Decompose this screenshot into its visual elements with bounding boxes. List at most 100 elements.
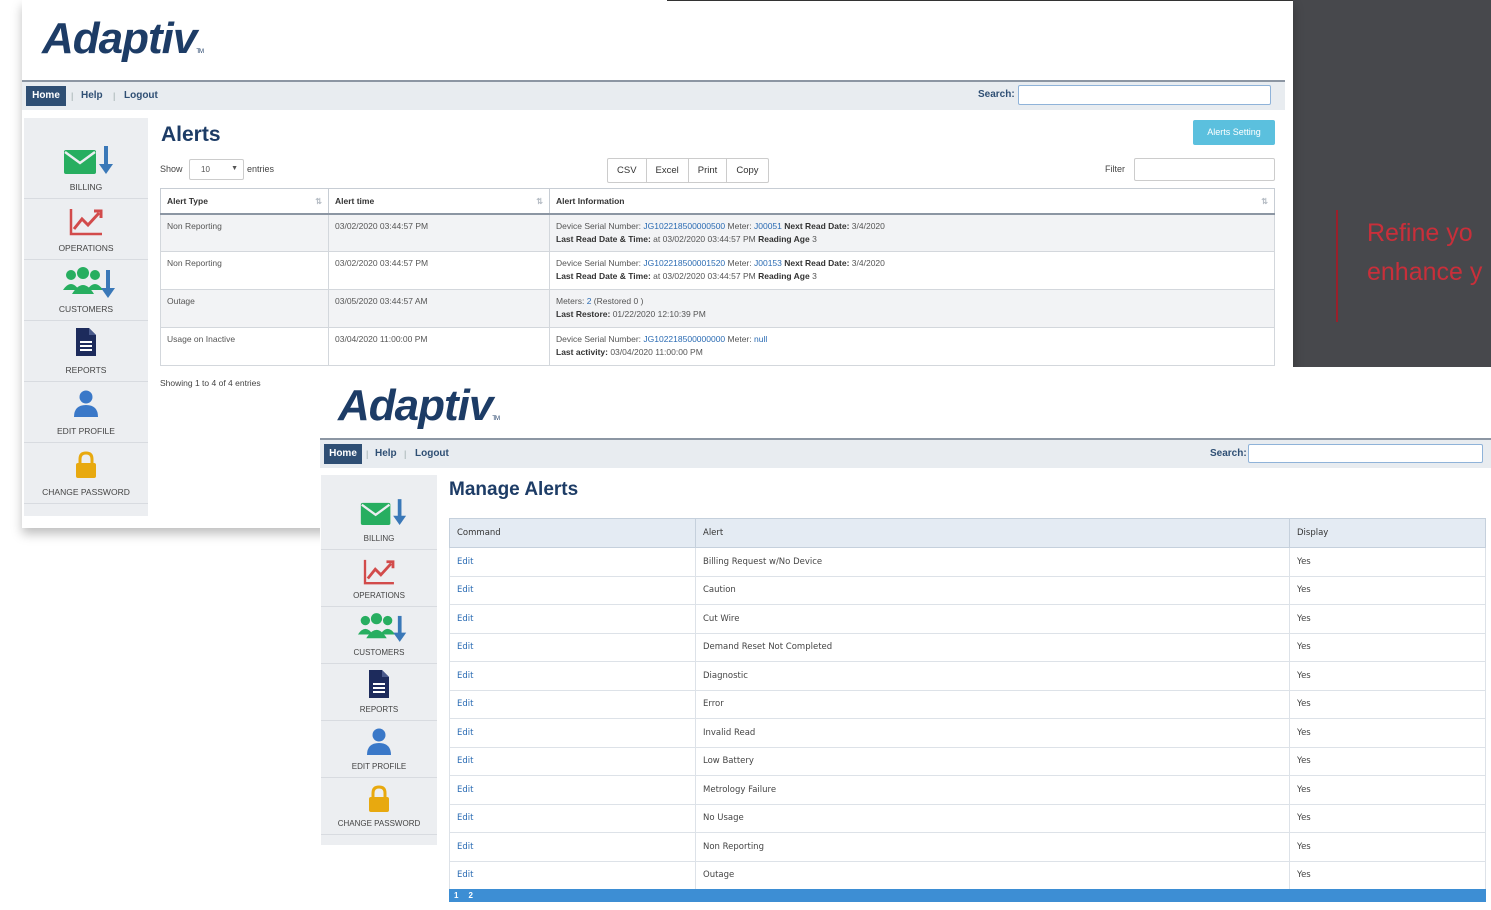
sidebar-item-label: CHANGE PASSWORD <box>42 487 130 497</box>
display-cell: Yes <box>1289 632 1486 662</box>
copy-button[interactable]: Copy <box>727 159 767 182</box>
serial-link[interactable]: JG102218500000500 <box>643 221 725 231</box>
sidebar-item-label: EDIT PROFILE <box>57 426 115 436</box>
meter-link[interactable]: J00051 <box>754 221 782 231</box>
alert-name-cell: No Usage <box>695 803 1290 833</box>
slide-refine-text: Refine yo enhance y <box>1367 219 1483 286</box>
alert-name-cell: Demand Reset Not Completed <box>695 632 1290 662</box>
nav-home-button[interactable]: Home <box>324 444 362 464</box>
column-header-alert-time[interactable]: Alert time ⇅ <box>328 188 550 215</box>
display-cell: Yes <box>1289 860 1486 890</box>
alert-time-cell: 03/02/2020 03:44:57 PM <box>328 213 550 252</box>
nav-logout-link[interactable]: Logout <box>415 448 449 459</box>
nav-help-link[interactable]: Help <box>375 448 397 459</box>
column-header-command[interactable]: Command <box>449 518 696 548</box>
page-1-link[interactable]: 1 <box>449 889 463 902</box>
table-row: Edit Non Reporting Yes <box>449 832 1486 862</box>
chevron-down-icon: ▼ <box>231 165 238 172</box>
display-cell: Yes <box>1289 803 1486 833</box>
slide-accent-line <box>1336 210 1338 322</box>
table-row: Edit Diagnostic Yes <box>449 661 1486 691</box>
sidebar-item-operations[interactable]: OPERATIONS <box>24 199 148 260</box>
edit-link[interactable]: Edit <box>449 803 696 833</box>
sidebar-item-reports[interactable]: REPORTS <box>321 664 437 721</box>
alert-name-cell: Caution <box>695 575 1290 605</box>
alert-type-cell: Usage on Inactive <box>160 327 329 366</box>
excel-button[interactable]: Excel <box>647 159 689 182</box>
sidebar-item-operations[interactable]: OPERATIONS <box>321 550 437 607</box>
edit-link[interactable]: Edit <box>449 661 696 691</box>
alert-name-cell: Cut Wire <box>695 604 1290 634</box>
sidebar-item-edit-profile[interactable]: EDIT PROFILE <box>321 721 437 778</box>
column-header-alert-type[interactable]: Alert Type ⇅ <box>160 188 329 215</box>
column-header-alert[interactable]: Alert <box>695 518 1290 548</box>
sidebar: BILLING OPERATIONS CUSTOMERS REPORTS EDI… <box>24 118 148 516</box>
alert-name-cell: Metrology Failure <box>695 775 1290 805</box>
nav-separator: | <box>71 91 74 101</box>
meter-link[interactable]: J00153 <box>754 258 782 268</box>
search-label: Search: <box>978 89 1015 100</box>
edit-link[interactable]: Edit <box>449 746 696 776</box>
sidebar-item-customers[interactable]: CUSTOMERS <box>321 607 437 664</box>
top-navbar: Home | Help | Logout Search: <box>22 80 1285 110</box>
edit-link[interactable]: Edit <box>449 547 696 577</box>
sort-icon: ⇅ <box>315 197 322 206</box>
table-row: Edit Error Yes <box>449 689 1486 719</box>
search-label: Search: <box>1210 448 1247 459</box>
sidebar-item-reports[interactable]: REPORTS <box>24 321 148 382</box>
edit-link[interactable]: Edit <box>449 689 696 719</box>
reports-icon <box>369 670 389 698</box>
filter-label: Filter <box>1105 164 1125 174</box>
sidebar-item-customers[interactable]: CUSTOMERS <box>24 260 148 321</box>
window-top-border <box>667 0 1293 1</box>
edit-link[interactable]: Edit <box>449 718 696 748</box>
sidebar-item-change-password[interactable]: CHANGE PASSWORD <box>24 443 148 504</box>
adaptiv-logo: AdaptivTM <box>338 381 500 430</box>
search-input[interactable] <box>1248 444 1483 463</box>
edit-link[interactable]: Edit <box>449 860 696 890</box>
search-input[interactable] <box>1018 85 1271 105</box>
nav-separator: | <box>366 449 369 459</box>
table-row: Edit Billing Request w/No Device Yes <box>449 547 1486 577</box>
sidebar-item-label: EDIT PROFILE <box>351 762 407 771</box>
sidebar-item-billing[interactable]: BILLING <box>321 475 437 550</box>
column-header-display[interactable]: Display <box>1289 518 1486 548</box>
edit-link[interactable]: Edit <box>449 775 696 805</box>
edit-link[interactable]: Edit <box>449 632 696 662</box>
print-button[interactable]: Print <box>689 159 728 182</box>
entries-select[interactable]: 10 ▼ <box>189 159 244 180</box>
page-title: Alerts <box>161 123 221 146</box>
alert-time-cell: 03/05/2020 03:44:57 AM <box>328 289 550 328</box>
sidebar-item-label: OPERATIONS <box>58 243 114 253</box>
nav-logout-link[interactable]: Logout <box>124 90 158 101</box>
table-row: Edit Low Battery Yes <box>449 746 1486 776</box>
sort-icon: ⇅ <box>536 197 543 206</box>
table-row: Non Reporting 03/02/2020 03:44:57 PM Dev… <box>160 213 1275 252</box>
table-row: Edit Cut Wire Yes <box>449 604 1486 634</box>
edit-link[interactable]: Edit <box>449 832 696 862</box>
alert-type-cell: Non Reporting <box>160 251 329 290</box>
alerts-setting-button[interactable]: Alerts Setting <box>1193 120 1275 145</box>
alert-name-cell: Outage <box>695 860 1290 890</box>
serial-link[interactable]: JG102218500000000 <box>643 334 725 344</box>
csv-button[interactable]: CSV <box>608 159 647 182</box>
meter-link[interactable]: null <box>754 334 767 344</box>
filter-input[interactable] <box>1134 158 1275 181</box>
billing-icon <box>360 499 407 525</box>
alert-time-cell: 03/02/2020 03:44:57 PM <box>328 251 550 290</box>
page-2-link[interactable]: 2 <box>463 889 477 902</box>
display-cell: Yes <box>1289 547 1486 577</box>
edit-link[interactable]: Edit <box>449 575 696 605</box>
table-row: Non Reporting 03/02/2020 03:44:57 PM Dev… <box>160 251 1275 290</box>
nav-help-link[interactable]: Help <box>81 90 103 101</box>
column-header-alert-information[interactable]: Alert Information ⇅ <box>549 188 1275 215</box>
serial-link[interactable]: JG102218500001520 <box>643 258 725 268</box>
sidebar-item-billing[interactable]: BILLING <box>24 118 148 199</box>
operations-icon <box>363 559 395 585</box>
sidebar-item-change-password[interactable]: CHANGE PASSWORD <box>321 778 437 835</box>
top-navbar: Home | Help | Logout Search: <box>320 438 1491 468</box>
edit-link[interactable]: Edit <box>449 604 696 634</box>
alert-time-cell: 03/04/2020 11:00:00 PM <box>328 327 550 366</box>
sidebar-item-edit-profile[interactable]: EDIT PROFILE <box>24 382 148 443</box>
nav-home-button[interactable]: Home <box>26 86 66 106</box>
